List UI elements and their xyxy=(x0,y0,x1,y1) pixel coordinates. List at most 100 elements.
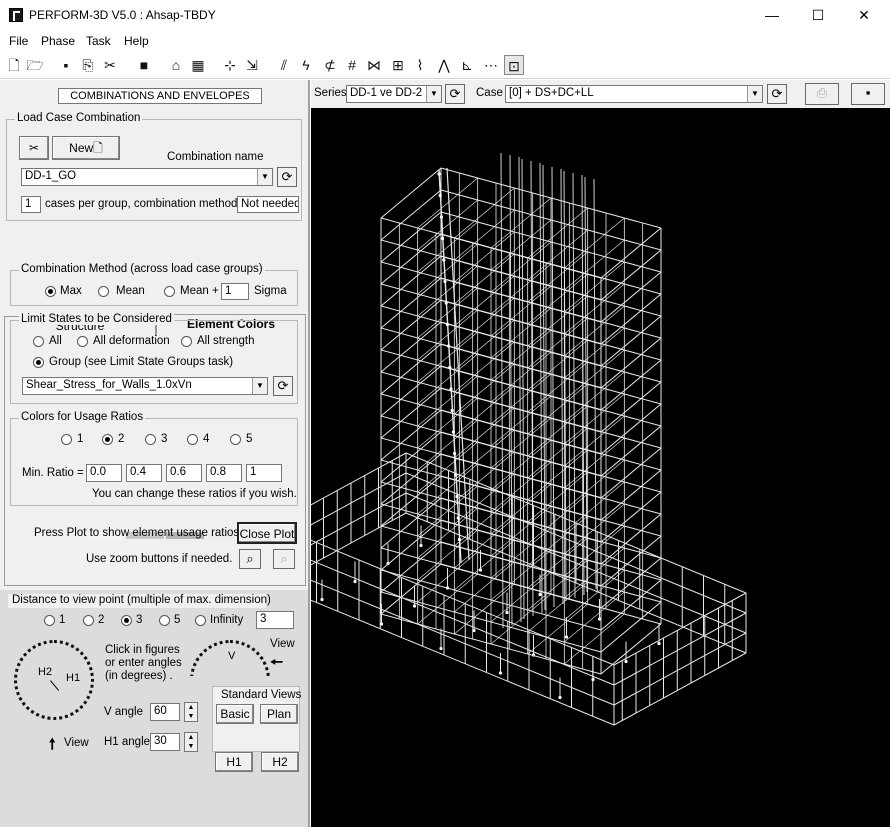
frame-member-198 xyxy=(527,405,588,457)
structure-icon[interactable]: ⌂ xyxy=(166,55,186,75)
chevron-down-icon[interactable]: ▼ xyxy=(252,378,267,394)
distance-5-label: 5 xyxy=(174,614,181,626)
radio-colors-1[interactable] xyxy=(61,434,72,445)
plot-icon[interactable]: ⋯ xyxy=(481,55,501,75)
radio-colors-4[interactable] xyxy=(187,434,198,445)
minimize-button[interactable]: — xyxy=(757,4,787,26)
app-logo-icon xyxy=(9,8,23,22)
radio-all-strength[interactable] xyxy=(181,336,192,347)
radio-distance-infinity[interactable] xyxy=(195,615,206,626)
sigma-field[interactable]: 1 xyxy=(221,283,249,300)
refresh-combination-icon[interactable]: ⟳ xyxy=(277,167,297,187)
deformation-icon[interactable]: ⋈ xyxy=(364,55,384,75)
radio-max[interactable] xyxy=(45,286,56,297)
monitor-icon[interactable]: ⊡ xyxy=(504,55,524,75)
refresh-limit-state-icon[interactable]: ⟳ xyxy=(273,376,293,396)
cases-per-group-field[interactable]: 1 xyxy=(21,196,41,213)
plan-angle-dial[interactable] xyxy=(14,640,94,720)
refresh-case-icon[interactable]: ⟳ xyxy=(767,84,787,104)
radio-mean[interactable] xyxy=(98,286,109,297)
frame-member-163 xyxy=(564,503,625,555)
h1-angle-field[interactable]: 30 xyxy=(150,733,180,751)
radio-all-deformation[interactable] xyxy=(77,336,88,347)
radio-colors-3[interactable] xyxy=(145,434,156,445)
ratio-field-1[interactable]: 0.0 xyxy=(86,464,122,482)
new-combination-button[interactable]: New🗋 xyxy=(52,136,120,160)
save-icon[interactable]: ▪ xyxy=(851,83,885,105)
case-select[interactable]: [0] + DS+DC+LL ▼ xyxy=(505,85,763,103)
frame-member-174 xyxy=(600,469,662,521)
time-history-icon[interactable]: ⋀ xyxy=(434,55,454,75)
frame-member-233 xyxy=(490,307,552,359)
frame-member-179 xyxy=(490,439,552,491)
basic-view-button[interactable]: Basic xyxy=(216,704,254,724)
chevron-down-icon[interactable]: ▼ xyxy=(426,86,441,102)
v-angle-field[interactable]: 60 xyxy=(150,703,180,721)
refresh-series-icon[interactable]: ⟳ xyxy=(445,84,465,104)
group-label: Group (see Limit State Groups task) xyxy=(49,356,234,368)
menu-help[interactable]: Help xyxy=(124,34,149,48)
combination-select[interactable]: DD-1_GO ▼ xyxy=(21,168,273,186)
curve-icon[interactable]: ⌇ xyxy=(410,55,430,75)
distance-field[interactable]: 3 xyxy=(256,611,294,629)
radio-distance-1[interactable] xyxy=(44,615,55,626)
case-value: [0] + DS+DC+LL xyxy=(509,87,594,99)
radio-group[interactable] xyxy=(33,357,44,368)
radio-colors-5[interactable] xyxy=(230,434,241,445)
chevron-down-icon[interactable]: ▼ xyxy=(747,86,762,102)
save-as-icon[interactable]: ⎘ xyxy=(78,55,98,75)
combination-method-field: Not needed xyxy=(237,196,299,213)
element-icon[interactable]: ▦ xyxy=(188,55,208,75)
ratio-field-4[interactable]: 0.8 xyxy=(206,464,242,482)
analysis-icon[interactable]: ϟ xyxy=(296,55,316,75)
radio-colors-2[interactable] xyxy=(102,434,113,445)
pushover-icon[interactable]: ⊾ xyxy=(457,55,477,75)
delete-icon[interactable]: ✂ xyxy=(100,55,120,75)
radio-distance-3[interactable] xyxy=(121,615,132,626)
ratio-field-3[interactable]: 0.6 xyxy=(166,464,202,482)
frame-member-14 xyxy=(273,524,615,666)
wall-icon[interactable]: ⊄ xyxy=(320,55,340,75)
frame-member-208 xyxy=(564,393,625,445)
save-icon[interactable]: ▪ xyxy=(56,55,76,75)
link-icon[interactable]: ⊞ xyxy=(388,55,408,75)
frame-member-250 xyxy=(454,253,515,305)
plan-view-button[interactable]: Plan xyxy=(260,704,298,724)
radio-distance-2[interactable] xyxy=(83,615,94,626)
radio-distance-5[interactable] xyxy=(159,615,170,626)
series-select[interactable]: DD-1 ve DD-2 ▼ xyxy=(346,85,442,103)
delete-combination-button[interactable]: ✂ xyxy=(19,136,49,160)
model-viewport[interactable] xyxy=(273,108,890,827)
ratio-field-5[interactable]: 1 xyxy=(246,464,282,482)
frame-icon[interactable]: ⫽ xyxy=(274,55,294,75)
node-icon[interactable]: ⊹ xyxy=(220,55,240,75)
zoom-out-icon[interactable]: ⌕ xyxy=(273,549,295,569)
ratio-field-2[interactable]: 0.4 xyxy=(126,464,162,482)
chevron-down-icon[interactable]: ▼ xyxy=(257,169,272,185)
radio-all[interactable] xyxy=(33,336,44,347)
sigma-label: Sigma xyxy=(254,285,287,297)
all-deformation-label: All deformation xyxy=(93,335,170,347)
new-file-icon[interactable]: 🗋 xyxy=(4,55,24,75)
close-plot-button[interactable]: Close Plot xyxy=(237,522,297,544)
limit-state-group-select[interactable]: Shear_Stress_for_Walls_1.0xVn ▼ xyxy=(22,377,268,395)
close-button[interactable]: ✕ xyxy=(849,4,879,26)
print-icon[interactable]: ⎙ xyxy=(805,83,839,105)
v-angle-spinner[interactable]: ▲ ▼ xyxy=(184,702,198,722)
h2-view-button[interactable]: H2 xyxy=(261,752,299,772)
maximize-button[interactable]: ☐ xyxy=(803,4,833,26)
menu-task[interactable]: Task xyxy=(86,34,111,48)
zoom-in-icon[interactable]: ⌕ xyxy=(239,549,261,569)
h1-view-button[interactable]: H1 xyxy=(215,752,253,772)
grid-icon[interactable]: # xyxy=(342,55,362,75)
menu-phase[interactable]: Phase xyxy=(41,34,75,48)
radio-mean-plus[interactable] xyxy=(164,286,175,297)
load-icon[interactable]: ⇲ xyxy=(242,55,262,75)
h1-angle-spinner[interactable]: ▲ ▼ xyxy=(184,732,198,752)
load-case-combination-group: Load Case Combination ✂ New🗋 Combination… xyxy=(6,112,302,221)
menu-file[interactable]: File xyxy=(9,34,28,48)
max-label: Max xyxy=(60,285,82,297)
open-folder-icon[interactable]: 🗁 xyxy=(25,55,45,75)
stop-icon[interactable]: ■ xyxy=(134,55,154,75)
node-333 xyxy=(449,387,453,391)
